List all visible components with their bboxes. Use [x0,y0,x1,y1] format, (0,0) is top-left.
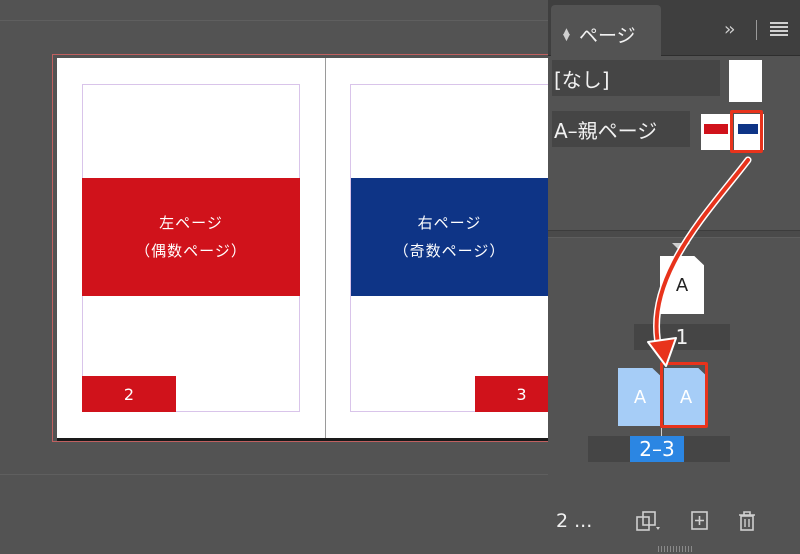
spread-shadow [57,438,548,441]
left-page-band[interactable]: 左ページ （偶数ページ） [82,178,300,296]
parent-none-label[interactable]: [なし] [552,60,720,96]
hamburger-menu-icon[interactable] [770,22,788,36]
left-page-number: 2 [123,384,135,404]
double-chevron-right-icon[interactable]: ›› [724,19,736,40]
left-page-subtitle: （偶数ページ） [135,242,247,260]
page-1-parent-letter: A [675,274,689,296]
tab-separator [756,20,757,40]
page-2-parent-letter: A [633,386,647,408]
tab-pages[interactable]: ▲ ▼ ページ [551,5,661,56]
left-page-title: 左ページ [159,214,223,232]
trash-icon[interactable] [737,510,757,537]
right-page-number: 3 [516,384,527,404]
parent-a-label[interactable]: A–親ページ [552,111,690,147]
mini-red-band [704,124,728,134]
panel-resize-grip[interactable] [658,546,692,552]
page-3-highlight [660,362,708,428]
right-page-subtitle: （奇数ページ） [393,242,506,260]
spread-spine [325,58,326,438]
page-2-thumbnail[interactable]: A [618,368,662,426]
page-count: 2 ... [556,510,593,532]
parent-none-thumbnail[interactable] [729,60,762,102]
panel-tab-bar: ▲ ▼ ページ ›› [548,0,800,56]
spread-connector-line [661,428,662,436]
pasteboard-edge-bottom [0,474,548,475]
parent-a-left-thumbnail[interactable] [701,114,731,150]
tab-pages-label: ページ [579,25,636,47]
new-page-icon[interactable] [690,510,710,537]
pasteboard-edge-top [0,20,548,21]
spread-2-3-label[interactable]: 2–3 [630,436,684,462]
page1-parent-marker [672,243,690,252]
page-1-label[interactable]: 1 [634,324,730,350]
parent-a-right-highlight [730,110,763,153]
right-page-title: 右ページ [417,214,482,232]
page-size-icon[interactable] [636,510,662,537]
page-1-thumbnail[interactable]: A [660,256,704,314]
updown-arrows-icon[interactable]: ▲ ▼ [563,28,570,43]
pages-panel: ▲ ▼ ページ ›› [なし] A–親ページ A 1 A A 2–3 2 ... [548,0,800,554]
panel-section-divider[interactable] [548,230,800,238]
right-page-number-tab[interactable]: 3 [475,376,548,412]
left-page-number-tab[interactable]: 2 [82,376,176,412]
right-page-band[interactable]: 右ページ （奇数ページ） [351,178,548,296]
